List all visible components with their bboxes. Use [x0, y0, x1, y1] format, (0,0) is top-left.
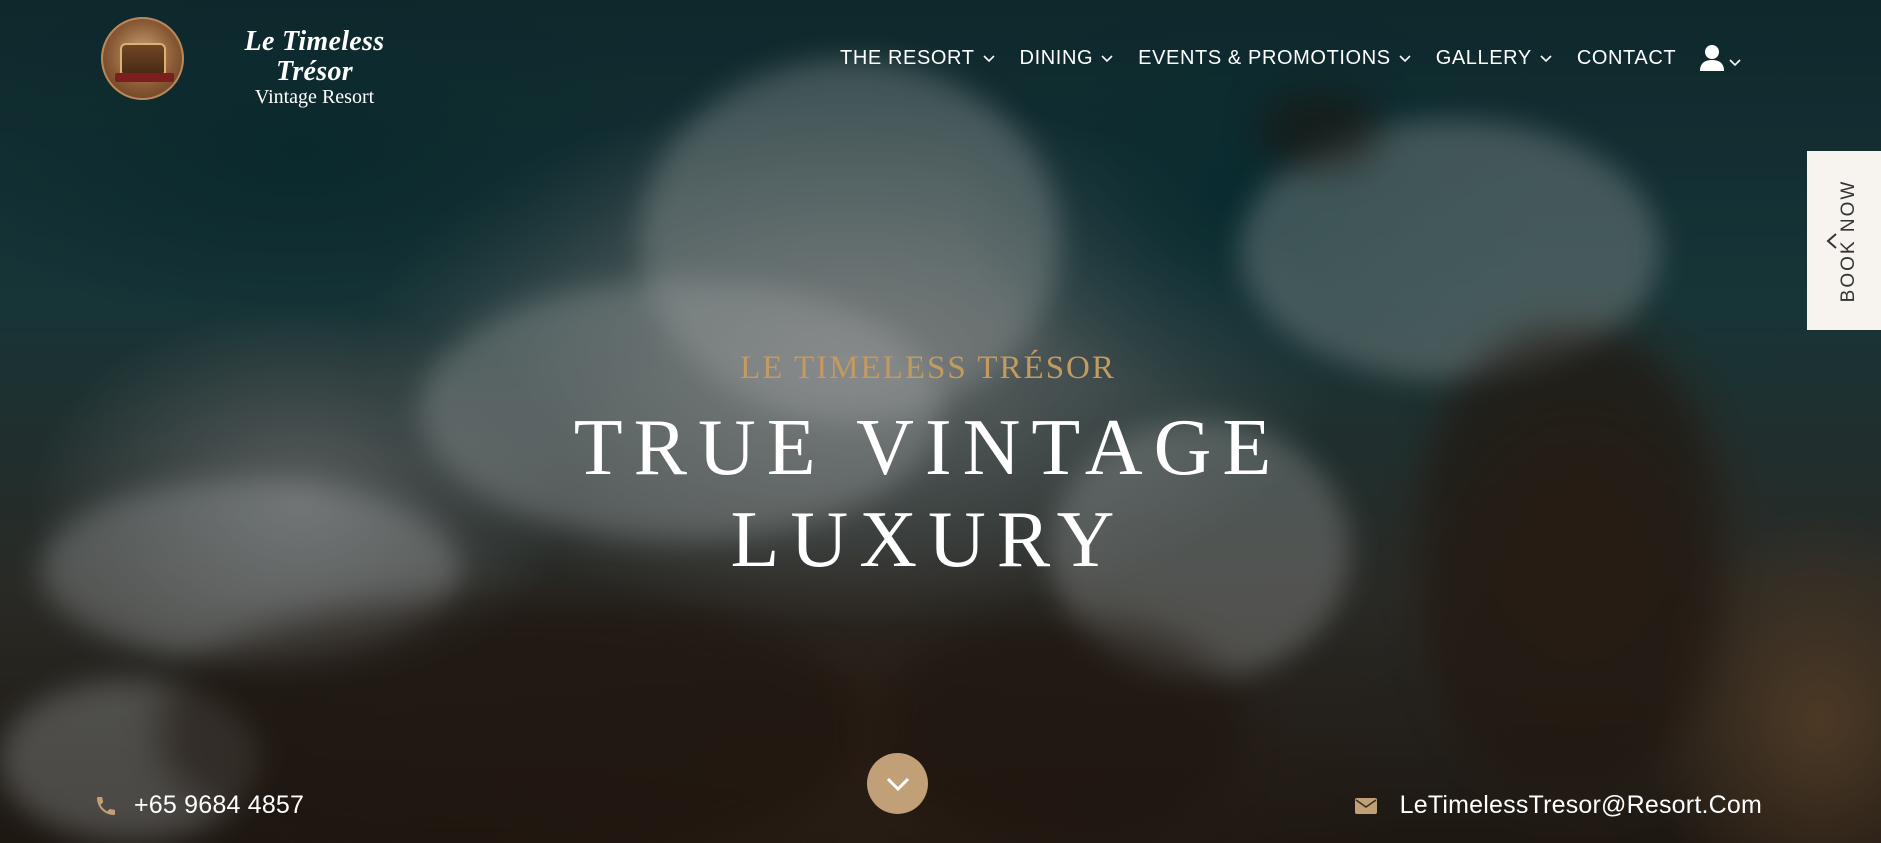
email-link[interactable]: LeTimelessTresor@Resort.Com: [1354, 791, 1762, 820]
nav-item-dining[interactable]: DINING: [1020, 47, 1115, 70]
book-now-tab[interactable]: BOOK NOW: [1807, 151, 1881, 330]
chevron-down-icon: [886, 777, 909, 791]
nav-item-gallery[interactable]: GALLERY: [1436, 47, 1553, 70]
main-nav: THE RESORT DINING EVENTS & PROMOTIONS GA…: [840, 45, 1742, 71]
nav-item-label: CONTACT: [1576, 46, 1677, 69]
book-now-label: BOOK NOW: [1838, 179, 1859, 303]
nav-item-label: GALLERY: [1435, 46, 1532, 69]
nav-item-label: EVENTS & PROMOTIONS: [1138, 46, 1391, 69]
envelope-icon: [1354, 797, 1377, 814]
phone-number: +65 9684 4857: [134, 791, 305, 819]
brand-subtitle: Vintage Resort: [254, 86, 375, 108]
chevron-down-icon: [1399, 55, 1411, 63]
nav-item-events-promotions[interactable]: EVENTS & PROMOTIONS: [1138, 47, 1412, 70]
brand-logo[interactable]: [101, 17, 184, 100]
user-icon: [1700, 45, 1725, 71]
brand-wordmark[interactable]: Le Timeless Trésor Vintage Resort: [207, 26, 422, 108]
chevron-down-icon: [982, 55, 995, 63]
logo-banner: [115, 73, 174, 82]
site-header: Le Timeless Trésor Vintage Resort THE RE…: [0, 0, 1881, 115]
phone-link[interactable]: +65 9684 4857: [94, 791, 304, 820]
hero-headline-line-2: LUXURY: [730, 496, 1126, 584]
treasure-chest-icon: [119, 42, 166, 75]
nav-item-the-resort[interactable]: THE RESORT: [840, 47, 996, 70]
chevron-down-icon: [1101, 55, 1113, 63]
nav-item-contact[interactable]: CONTACT: [1577, 47, 1676, 70]
user-menu-button[interactable]: [1699, 44, 1742, 72]
hero-eyebrow: LE TIMELESS TRÉSOR: [740, 350, 1116, 386]
nav-item-label: THE RESORT: [840, 46, 975, 69]
brand-title: Le Timeless Trésor: [244, 26, 385, 87]
email-address: LeTimelessTresor@Resort.Com: [1399, 791, 1762, 819]
hero-headline-line-1: TRUE VINTAGE: [573, 404, 1283, 492]
chevron-down-icon: [1729, 59, 1741, 67]
nav-item-label: DINING: [1019, 46, 1094, 69]
chevron-down-icon: [1540, 55, 1552, 63]
hero-headline: TRUE VINTAGE LUXURY: [0, 402, 1856, 586]
scroll-down-button[interactable]: [867, 753, 928, 814]
phone-icon: [97, 796, 115, 815]
